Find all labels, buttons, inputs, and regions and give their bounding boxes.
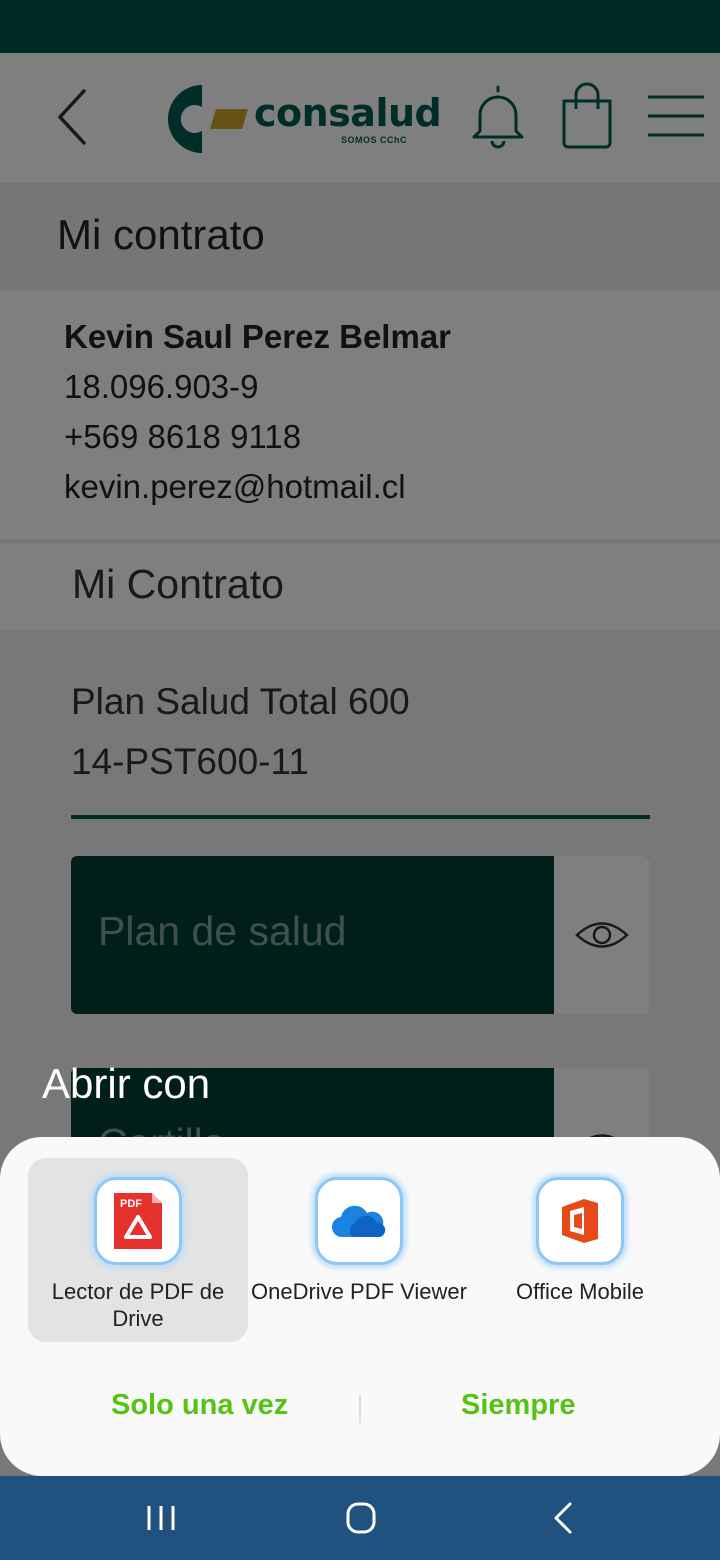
status-bar <box>0 0 720 53</box>
button-separator <box>359 1395 361 1423</box>
app-label: Lector de PDF de Drive <box>51 1279 225 1331</box>
system-nav-bar <box>0 1476 720 1560</box>
office-icon <box>536 1177 624 1265</box>
app-label: Office Mobile <box>516 1279 644 1304</box>
recent-apps-icon <box>147 1506 175 1530</box>
open-with-sheet: PDF Lector de PDF de Drive OneDrive PDF … <box>0 1137 720 1476</box>
app-label: OneDrive PDF Viewer <box>251 1279 467 1304</box>
app-option-office[interactable]: Office Mobile <box>470 1158 690 1342</box>
home-button[interactable] <box>336 1496 386 1540</box>
pdf-badge-text: PDF <box>120 1198 142 1210</box>
back-arrow-icon <box>554 1502 572 1534</box>
app-option-onedrive[interactable]: OneDrive PDF Viewer <box>249 1158 469 1342</box>
drive-pdf-icon: PDF <box>94 1177 182 1265</box>
dialog-title: Abrir con <box>42 1060 211 1107</box>
app-option-drive-pdf[interactable]: PDF Lector de PDF de Drive <box>28 1158 248 1342</box>
onedrive-icon <box>315 1177 403 1265</box>
recent-apps-button[interactable] <box>136 1496 186 1540</box>
system-back-button[interactable] <box>538 1496 588 1540</box>
always-button[interactable]: Siempre <box>461 1389 575 1422</box>
just-once-button[interactable]: Solo una vez <box>111 1389 288 1422</box>
home-icon <box>346 1502 376 1534</box>
